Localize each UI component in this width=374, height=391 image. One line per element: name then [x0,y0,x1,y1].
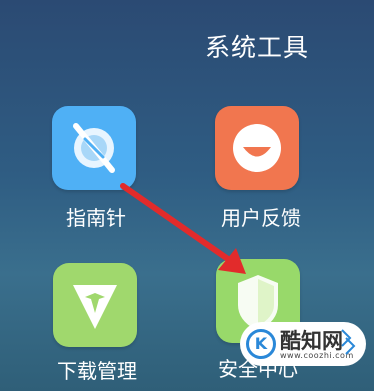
chevrons-icon [341,329,356,355]
watermark-logo-icon: K [246,329,276,359]
watermark-badge: K 酷知网 www.coozhi.com [240,322,366,366]
